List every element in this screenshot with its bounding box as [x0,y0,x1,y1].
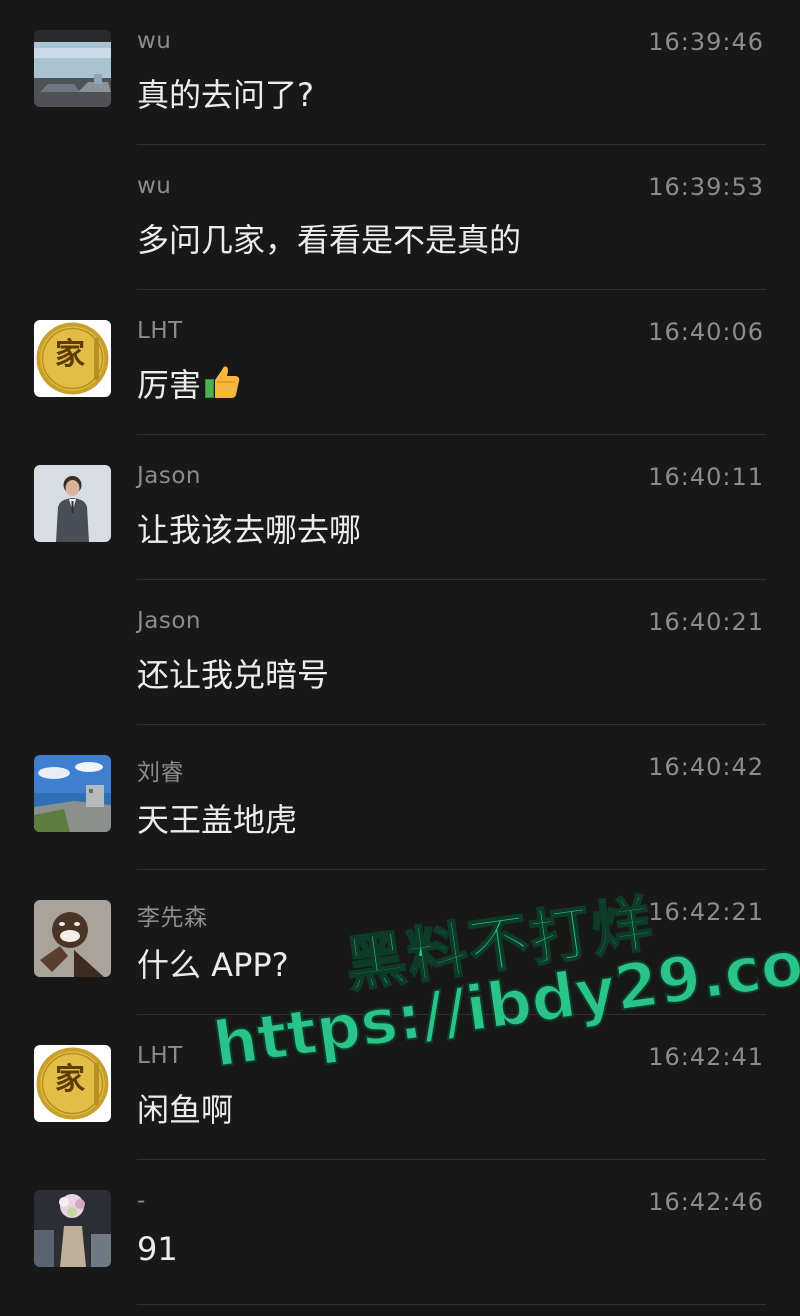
sender-name: 李先森 [137,905,208,931]
sender-name: LHT [137,318,183,344]
message-text[interactable]: 91 [137,1230,178,1268]
timestamp: 16:40:06 [648,318,764,346]
avatar[interactable] [34,755,111,832]
timestamp: 16:39:53 [648,173,764,201]
divider [137,1304,766,1305]
message-text[interactable]: 让我该去哪去哪 [137,505,361,551]
sender-name: - [137,1188,146,1214]
thumbs-up-icon [203,364,241,408]
sender-name: 刘睿 [137,760,184,786]
timestamp: 16:42:41 [648,1043,764,1071]
message-item[interactable]: Jason 16:40:21 还让我兑暗号 [0,580,800,725]
message-text[interactable]: 多问几家，看看是不是真的 [137,215,521,261]
message-list: wu 16:39:46 真的去问了? wu 16:39:53 多问几家，看看是不… [0,0,800,1305]
timestamp: 16:40:21 [648,608,764,636]
message-text[interactable]: 什么 APP? [137,940,289,986]
message-item[interactable]: 家 LHT 16:42:41 闲鱼啊 [0,1015,800,1160]
message-text[interactable]: 真的去问了? [137,70,314,116]
message-item[interactable]: - 16:42:46 91 [0,1160,800,1305]
sender-name: Jason [137,608,202,634]
message-item[interactable]: 刘睿 16:40:42 天王盖地虎 [0,725,800,870]
avatar[interactable]: 家 [34,320,111,397]
message-item[interactable]: wu 16:39:53 多问几家，看看是不是真的 [0,145,800,290]
timestamp: 16:40:42 [648,753,764,781]
message-text[interactable]: 天王盖地虎 [137,795,297,841]
timestamp: 16:42:21 [648,898,764,926]
sender-name: wu [137,28,172,54]
coin-glyph: 家 [55,337,85,372]
sender-name: LHT [137,1043,183,1069]
timestamp: 16:42:46 [648,1188,764,1216]
sender-name: wu [137,173,172,199]
avatar[interactable]: 家 [34,1045,111,1122]
message-item[interactable]: wu 16:39:46 真的去问了? [0,0,800,145]
message-text-content: 厉害 [137,366,202,404]
message-item[interactable]: 李先森 16:42:21 什么 APP? [0,870,800,1015]
sender-name: Jason [137,463,202,489]
avatar[interactable] [34,1190,111,1267]
timestamp: 16:40:11 [648,463,764,491]
avatar[interactable] [34,900,111,977]
coin-glyph: 家 [55,1062,85,1097]
message-text[interactable]: 厉害 [137,360,241,408]
message-text[interactable]: 还让我兑暗号 [137,650,329,696]
timestamp: 16:39:46 [648,28,764,56]
message-item[interactable]: 家 LHT 16:40:06 厉害 [0,290,800,435]
message-text[interactable]: 闲鱼啊 [137,1085,233,1131]
avatar[interactable] [34,30,111,107]
message-item[interactable]: Jason 16:40:11 让我该去哪去哪 [0,435,800,580]
avatar[interactable] [34,465,111,542]
